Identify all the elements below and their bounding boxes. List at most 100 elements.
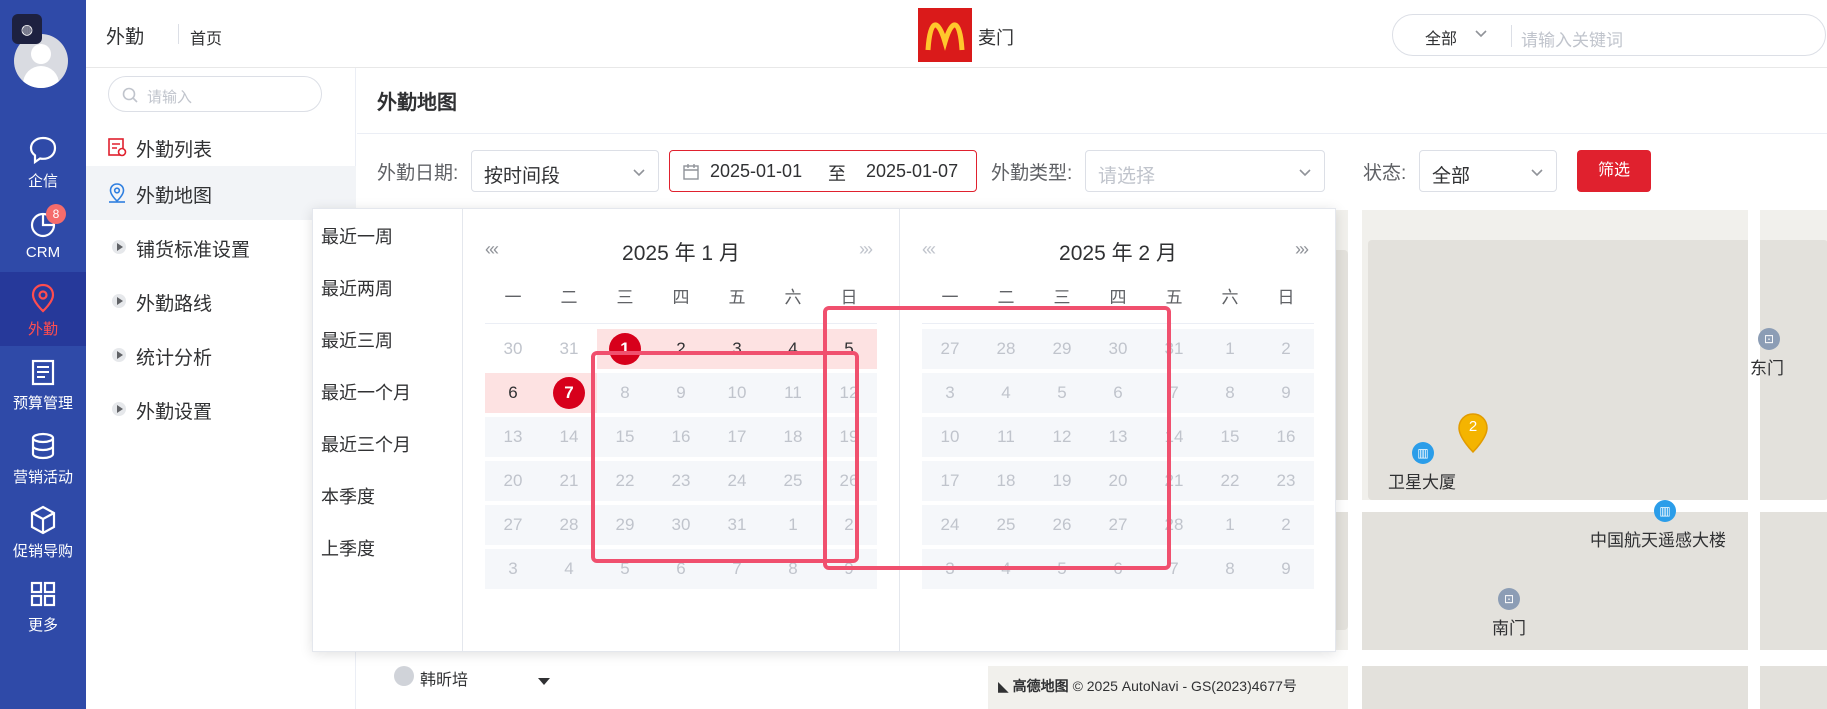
title-divider	[357, 133, 1827, 134]
chevron-down-icon[interactable]	[1473, 25, 1489, 41]
rail-label: 外勤	[27, 321, 58, 338]
calendar-icon	[683, 164, 699, 180]
search-input[interactable]: 请输入关键词	[1521, 26, 1623, 51]
shortcut-item[interactable]: 最近三周	[321, 327, 393, 353]
day-cell: 13	[485, 417, 541, 457]
chevron-down-icon	[1531, 169, 1543, 177]
day-cell: 21	[541, 461, 597, 501]
weekday-header: 二	[997, 288, 1015, 307]
rail-label: 更多	[27, 617, 58, 634]
expand-caret-icon	[112, 402, 126, 416]
range-start-input[interactable]: 2025-01-01	[710, 161, 802, 182]
weekday-header: 四	[672, 288, 690, 307]
status-filter-label: 状态:	[1363, 163, 1407, 184]
brain-icon[interactable]: ◍	[12, 14, 42, 44]
gate-icon: ⊡	[1758, 328, 1780, 350]
weekday-header: 三	[1053, 288, 1071, 307]
crm-badge: 8	[46, 204, 66, 224]
month-title: 2025 年 2 月	[1059, 242, 1177, 265]
day-cell: 20	[485, 461, 541, 501]
expand-caret-icon	[112, 348, 126, 362]
day-cell: 3	[485, 549, 541, 589]
shortcut-item[interactable]: 最近一周	[321, 223, 393, 249]
building-icon: ▥	[1412, 442, 1434, 464]
rail-label: 预算管理	[12, 395, 73, 412]
day-cell[interactable]: 6	[485, 373, 541, 413]
day-cell: 9	[1258, 549, 1314, 589]
building-icon: ▥	[1654, 500, 1676, 522]
rail-item-waiqin[interactable]: 外勤	[0, 272, 86, 346]
weekday-header: 一	[941, 288, 959, 307]
top-header: 外勤 首页 麦门 全部 请输入关键词	[86, 0, 1827, 68]
day-cell: 4	[541, 549, 597, 589]
day-cell: 8	[1202, 373, 1258, 413]
shortcut-item[interactable]: 本季度	[321, 483, 375, 509]
weekday-header: 二	[560, 288, 578, 307]
rail-item-marketing[interactable]: 营销活动	[0, 420, 86, 494]
visit-marker[interactable]: 2	[1456, 412, 1490, 454]
expand-caret-icon	[112, 240, 126, 254]
grid-icon	[30, 581, 56, 607]
rail-item-crm[interactable]: 8 CRM	[0, 198, 86, 272]
day-cell: 31	[559, 339, 579, 358]
day-cell: 1	[1202, 329, 1258, 369]
day-cell: 28	[541, 505, 597, 545]
staff-select[interactable]: 韩昕培	[390, 662, 558, 702]
date-mode-select[interactable]: 按时间段	[471, 150, 659, 192]
range-end-input[interactable]: 2025-01-07	[866, 161, 958, 182]
database-icon	[31, 432, 55, 460]
day-cell: 2	[1258, 329, 1314, 369]
sidebar-item-label: 外勤列表	[136, 140, 213, 161]
day-cell: 8	[1202, 549, 1258, 589]
date-range-picker: 最近一周 最近两周 最近三周 最近一个月 最近三个月 本季度 上季度 «‹ 20…	[312, 208, 1336, 652]
shortcut-item[interactable]: 最近一个月	[321, 379, 411, 405]
cube-icon	[30, 505, 56, 535]
map-pin-icon	[109, 183, 125, 203]
map-copyright: © 2025 AutoNavi - GS(2023)4677号	[1072, 678, 1297, 694]
day-cell: 2	[1258, 505, 1314, 545]
date-range-input[interactable]: 2025-01-01 至 2025-01-07	[669, 150, 977, 192]
range-separator: 至	[828, 164, 846, 184]
sidebar-search-placeholder: 请输入	[147, 89, 193, 106]
mcdonalds-logo-icon	[918, 8, 972, 62]
shortcut-item[interactable]: 上季度	[321, 535, 375, 561]
breadcrumb-home[interactable]: 首页	[190, 25, 222, 49]
next-year-month-icon[interactable]: ›»	[1295, 239, 1309, 260]
rail-item-more[interactable]: 更多	[0, 568, 86, 642]
user-avatar-icon	[394, 666, 414, 686]
weekday-header: 六	[1221, 288, 1239, 307]
day-cell: 1	[1202, 505, 1258, 545]
chevron-down-icon	[1299, 169, 1311, 177]
app-rail: ◍ 企信 8 CRM 外勤 预算管理 营销活动 促销导购 更多	[0, 0, 86, 709]
weekday-header: 五	[1165, 288, 1183, 307]
chevron-down-icon	[633, 169, 645, 177]
selected-day-marker[interactable]: 7	[553, 377, 585, 409]
rail-item-budget[interactable]: 预算管理	[0, 346, 86, 420]
day-cell[interactable]: 7	[541, 373, 597, 413]
rail-item-promotion[interactable]: 促销导购	[0, 494, 86, 568]
date-mode-value: 按时间段	[484, 166, 561, 187]
weekday-header: 日	[840, 288, 858, 307]
weekday-divider	[485, 323, 877, 324]
map-logo-text: 高德地图	[1012, 678, 1069, 694]
rail-item-qixin[interactable]: 企信	[0, 124, 86, 198]
gate-icon: ⊡	[1498, 588, 1520, 610]
search-scope-select[interactable]: 全部	[1425, 25, 1457, 49]
caret-down-icon[interactable]	[538, 678, 550, 685]
annotation-highlight	[823, 306, 1171, 570]
day-cell: 14	[541, 417, 597, 457]
day-cell: 16	[1258, 417, 1314, 457]
chat-bubble-icon	[29, 136, 57, 165]
rail-label: CRM	[25, 244, 61, 261]
filter-button[interactable]: 筛选	[1577, 150, 1651, 192]
poi-label: 东门	[1750, 359, 1784, 378]
sidebar-search-input[interactable]: 请输入	[108, 76, 322, 112]
header-divider	[178, 24, 179, 44]
type-select[interactable]: 请选择	[1085, 150, 1325, 192]
location-pin-icon	[31, 283, 55, 313]
weekday-header: 三	[616, 288, 634, 307]
status-select[interactable]: 全部	[1419, 150, 1557, 192]
shortcut-item[interactable]: 最近两周	[321, 275, 393, 301]
map-road	[988, 650, 1827, 666]
shortcut-item[interactable]: 最近三个月	[321, 431, 411, 457]
